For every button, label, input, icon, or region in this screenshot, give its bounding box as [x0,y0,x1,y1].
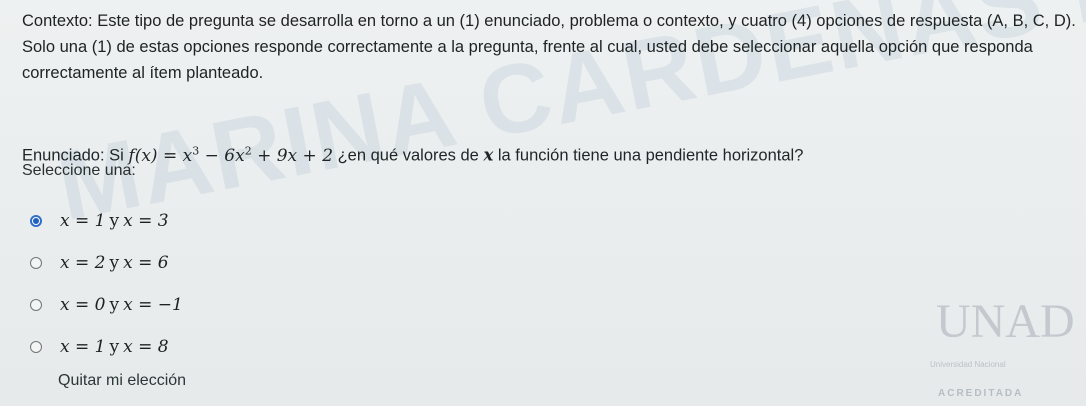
option-label: x = 2yx = 6 [60,253,169,273]
logo-accreditation: ACREDITADA [938,388,1024,399]
radio-button-selected[interactable] [30,215,42,227]
radio-button[interactable] [30,341,42,353]
option-label: x = 0yx = −1 [60,295,183,315]
answer-options: x = 1yx = 3 x = 2yx = 6 x = 0yx = −1 x =… [30,200,183,368]
select-prompt: Seleccione una: [22,162,136,179]
answer-option-1[interactable]: x = 1yx = 3 [30,200,183,242]
question-text-post: la función tiene una pendiente horizonta… [493,146,804,165]
context-text: Contexto: Este tipo de pregunta se desar… [22,12,1076,82]
function-formula: f(x) = x3 − 6x2 + 9x + 2 [128,144,334,166]
option-label: x = 1yx = 3 [60,211,169,231]
answer-option-4[interactable]: x = 1yx = 8 [30,326,183,368]
question-statement: Enunciado: Si f(x) = x3 − 6x2 + 9x + 2 ¿… [22,138,1072,169]
clear-choice-link[interactable]: Quitar mi elección [58,372,186,390]
radio-button[interactable] [30,299,42,311]
answer-option-2[interactable]: x = 2yx = 6 [30,242,183,284]
question-variable: x [483,145,494,165]
logo-subtitle: Universidad Nacional [930,360,1006,369]
university-logo: UNAD Universidad Nacional ACREDITADA [930,294,1075,404]
question-text-pre: ¿en qué valores de [333,146,484,165]
option-label: x = 1yx = 8 [60,337,169,357]
radio-button[interactable] [30,257,42,269]
answer-option-3[interactable]: x = 0yx = −1 [30,284,183,326]
question-panel: MARINA CARDENAS FIERRO Contexto: Este ti… [0,0,1086,406]
logo-mark: UNAD [936,295,1075,348]
